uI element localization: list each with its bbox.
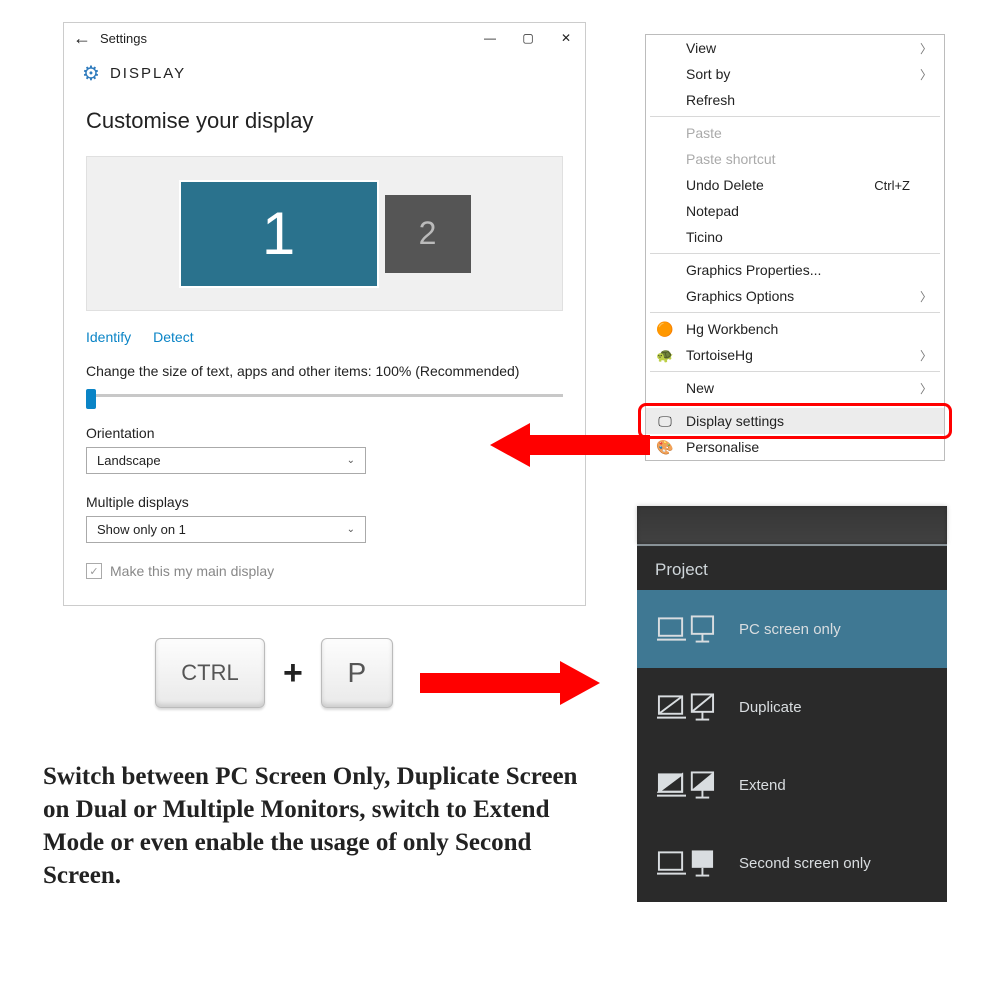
page-header: ⚙ DISPLAY — [64, 53, 585, 100]
project-second-screen-only[interactable]: Second screen only — [637, 824, 947, 902]
project-blur-top — [637, 506, 947, 544]
multiple-displays-value: Show only on 1 — [97, 522, 186, 537]
red-arrow-right — [420, 658, 600, 708]
ctx-graphics-properties[interactable]: Graphics Properties... — [646, 257, 944, 283]
maximize-button[interactable]: ▢ — [509, 23, 547, 53]
monitor-1[interactable]: 1 — [179, 180, 379, 288]
ctx-tortoisehg[interactable]: 🐢TortoiseHg〉 — [646, 342, 944, 368]
project-duplicate-label: Duplicate — [739, 699, 802, 716]
multiple-displays-dropdown[interactable]: Show only on 1 ⌄ — [86, 516, 366, 543]
desktop-context-menu: View〉 Sort by〉 Refresh Paste Paste short… — [645, 34, 945, 461]
ctx-new[interactable]: New〉 — [646, 375, 944, 401]
plus-sign: + — [283, 654, 303, 693]
duplicate-icon — [657, 690, 715, 724]
app-title: Settings — [100, 30, 471, 46]
pc-screen-only-icon — [657, 612, 715, 646]
ctx-undo-delete[interactable]: Undo DeleteCtrl+Z — [646, 172, 944, 198]
project-flyout: Project PC screen only Duplicate Extend … — [637, 506, 947, 902]
key-ctrl: CTRL — [155, 638, 265, 708]
tortoise-icon: 🐢 — [656, 347, 674, 364]
orientation-value: Landscape — [97, 453, 161, 468]
main-display-checkbox-row: ✓ Make this my main display — [86, 563, 563, 579]
multiple-displays-label: Multiple displays — [86, 494, 563, 510]
ctx-refresh[interactable]: Refresh — [646, 87, 944, 113]
chevron-right-icon: 〉 — [920, 40, 932, 57]
main-display-checkbox[interactable]: ✓ — [86, 563, 102, 579]
project-title: Project — [637, 544, 947, 590]
monitor-icon: 🖵 — [656, 413, 674, 430]
ctx-sort-by[interactable]: Sort by〉 — [646, 61, 944, 87]
personalise-icon: 🎨 — [656, 439, 674, 456]
section-heading: Customise your display — [86, 108, 563, 134]
ctx-ticino[interactable]: Ticino — [646, 224, 944, 250]
hg-icon: 🟠 — [656, 321, 674, 338]
scale-label: Change the size of text, apps and other … — [86, 363, 563, 379]
caption-text: Switch between PC Screen Only, Duplicate… — [43, 760, 603, 892]
ctx-hg-workbench[interactable]: 🟠Hg Workbench — [646, 316, 944, 342]
chevron-right-icon: 〉 — [920, 66, 932, 83]
back-button[interactable]: ← — [64, 28, 100, 49]
gear-icon: ⚙ — [82, 61, 100, 86]
project-second-label: Second screen only — [739, 855, 871, 872]
second-screen-only-icon — [657, 846, 715, 880]
close-button[interactable]: ✕ — [547, 23, 585, 53]
orientation-dropdown[interactable]: Landscape ⌄ — [86, 447, 366, 474]
ctx-undo-shortcut: Ctrl+Z — [874, 178, 910, 193]
project-duplicate[interactable]: Duplicate — [637, 668, 947, 746]
identify-link[interactable]: Identify — [86, 329, 131, 345]
minimize-button[interactable]: — — [471, 23, 509, 53]
ctx-view[interactable]: View〉 — [646, 35, 944, 61]
chevron-down-icon: ⌄ — [347, 524, 355, 535]
page-title: DISPLAY — [110, 65, 186, 82]
ctx-personalise[interactable]: 🎨Personalise — [646, 434, 944, 460]
display-arrange-box[interactable]: 1 2 — [86, 156, 563, 311]
ctx-graphics-options[interactable]: Graphics Options〉 — [646, 283, 944, 309]
chevron-down-icon: ⌄ — [347, 455, 355, 466]
project-extend-label: Extend — [739, 777, 786, 794]
detect-link[interactable]: Detect — [153, 329, 193, 345]
project-pc-screen-only[interactable]: PC screen only — [637, 590, 947, 668]
ctx-notepad[interactable]: Notepad — [646, 198, 944, 224]
titlebar: ← Settings — ▢ ✕ — [64, 23, 585, 53]
settings-window: ← Settings — ▢ ✕ ⚙ DISPLAY Customise you… — [63, 22, 586, 606]
project-extend[interactable]: Extend — [637, 746, 947, 824]
scale-slider[interactable] — [86, 387, 563, 405]
red-arrow-left — [490, 420, 650, 470]
chevron-right-icon: 〉 — [920, 347, 932, 364]
main-display-checkbox-label: Make this my main display — [110, 563, 274, 579]
monitor-2[interactable]: 2 — [385, 195, 471, 273]
extend-icon — [657, 768, 715, 802]
ctx-paste: Paste — [646, 120, 944, 146]
ctx-display-settings[interactable]: 🖵Display settings — [646, 408, 944, 434]
key-p: P — [321, 638, 393, 708]
ctx-paste-shortcut: Paste shortcut — [646, 146, 944, 172]
chevron-right-icon: 〉 — [920, 288, 932, 305]
keyboard-shortcut: CTRL + P — [155, 638, 393, 708]
project-pc-label: PC screen only — [739, 621, 841, 638]
chevron-right-icon: 〉 — [920, 380, 932, 397]
